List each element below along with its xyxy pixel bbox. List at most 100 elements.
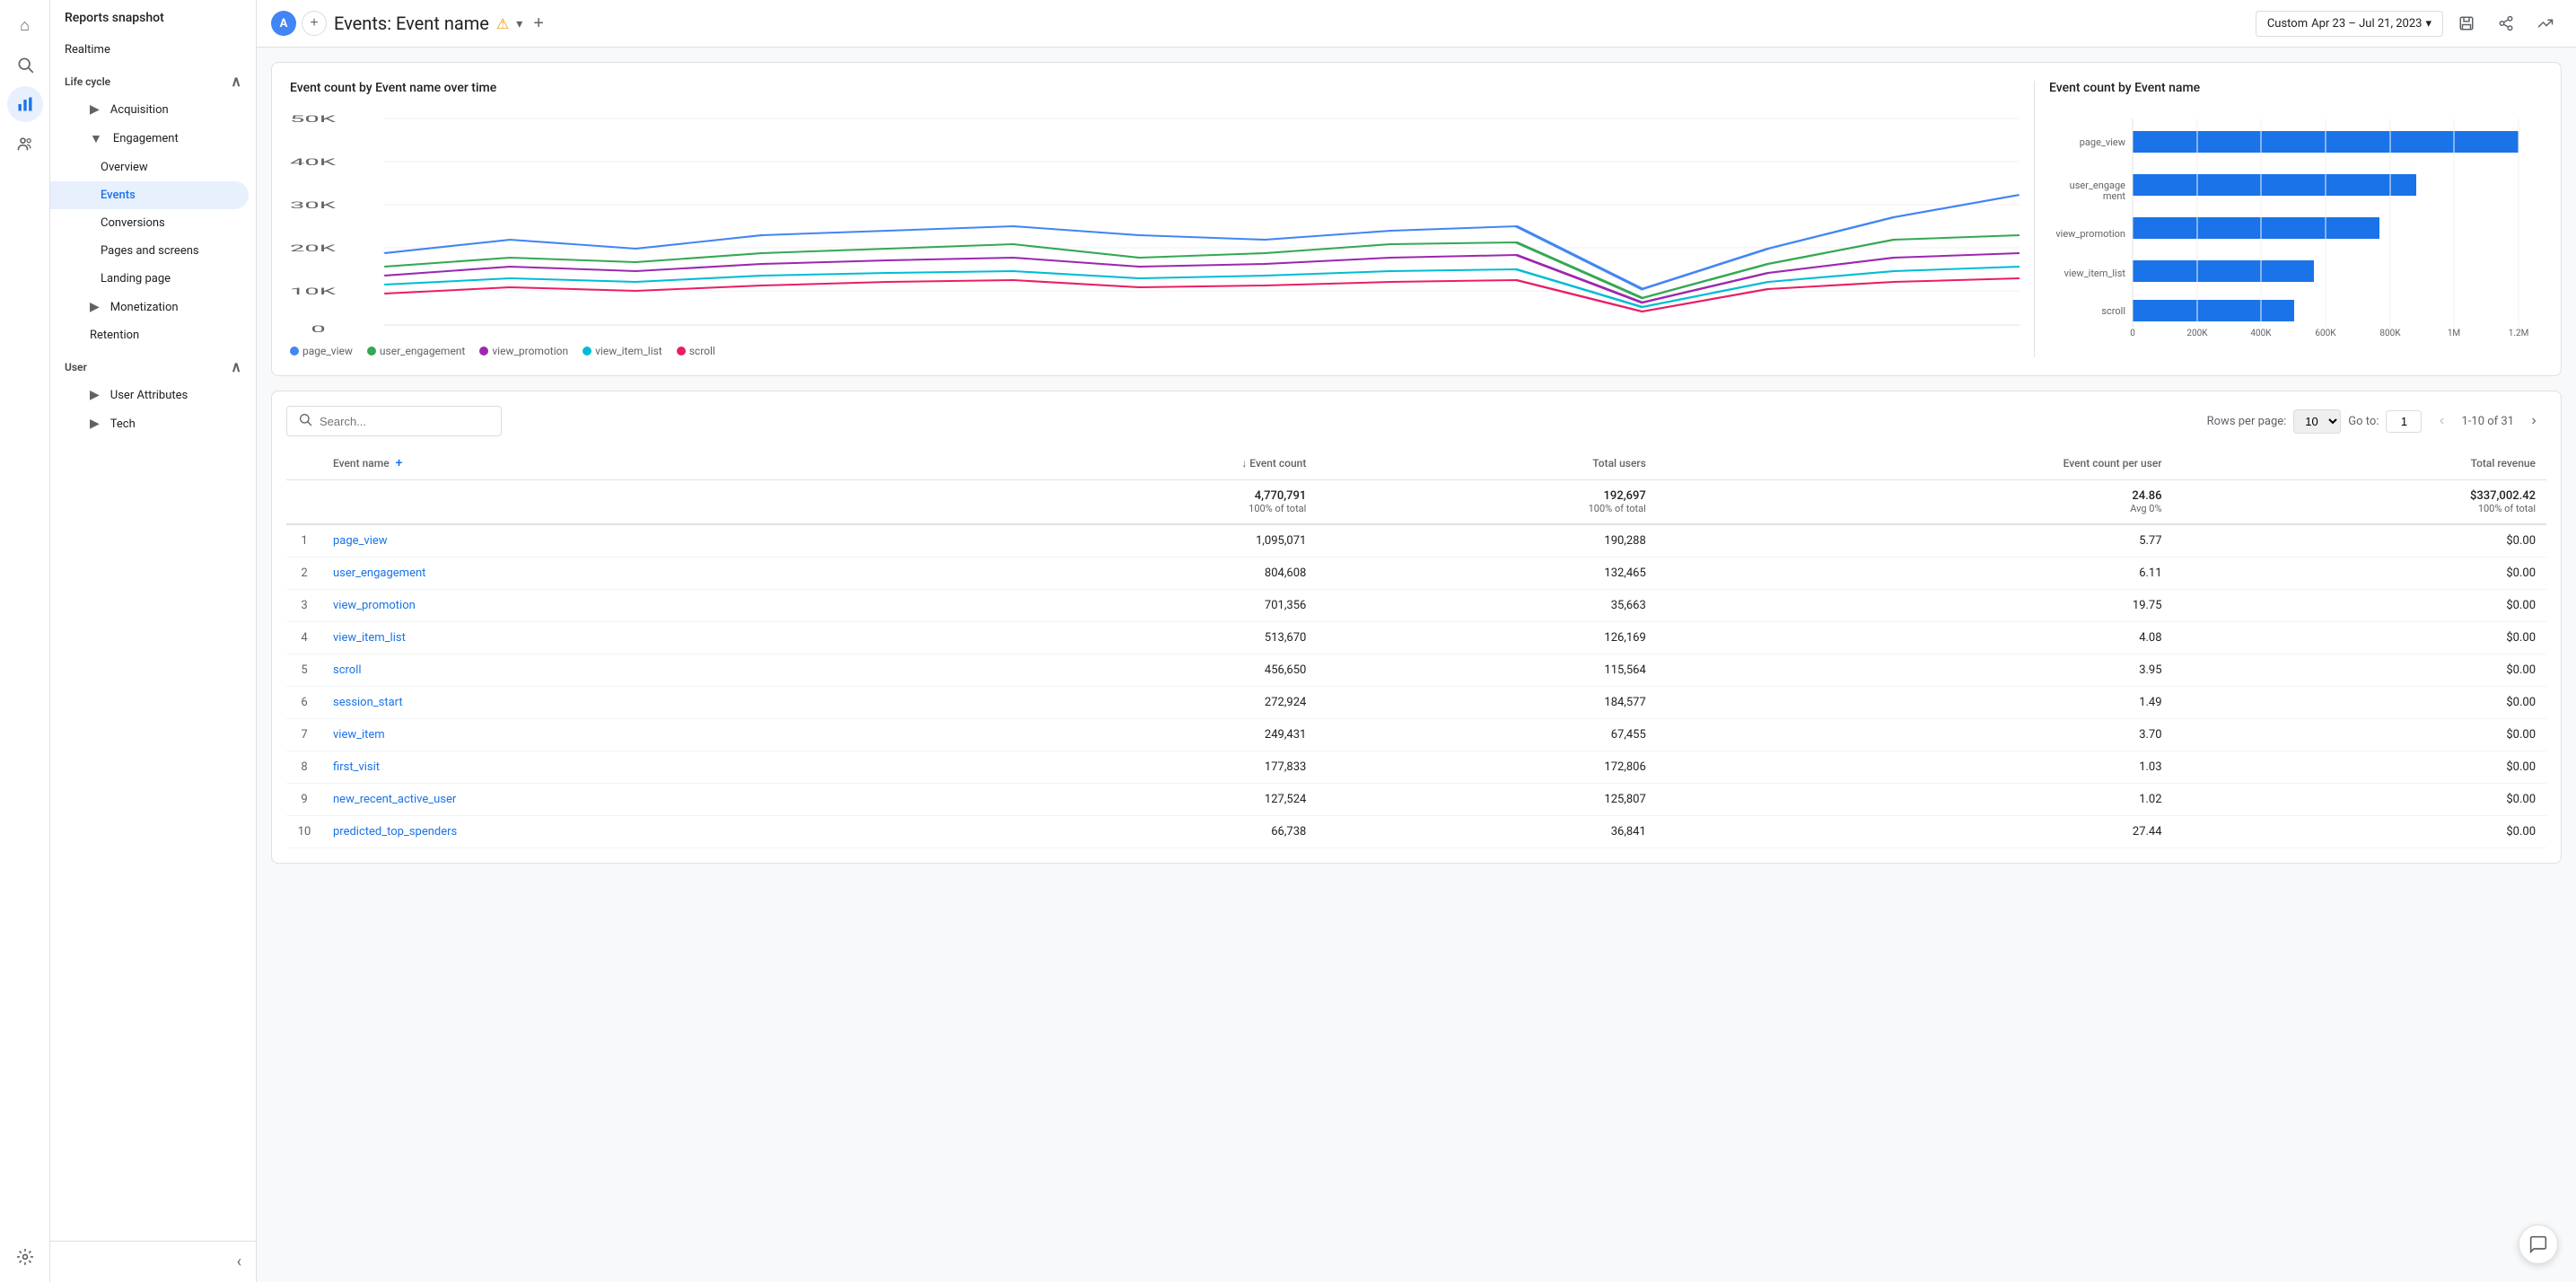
row-total-users: 126,169 — [1317, 622, 1656, 654]
bar-chart-title: Event count by Event name — [2049, 81, 2543, 95]
line-chart-title: Event count by Event name over time — [290, 81, 2020, 95]
nav-sidebar: Reports snapshot Realtime Life cycle ∧ ▶… — [50, 0, 257, 1282]
col-total-users[interactable]: Total users — [1317, 447, 1656, 480]
row-num: 5 — [286, 654, 322, 687]
row-event-count: 804,608 — [947, 558, 1317, 590]
search-input[interactable] — [320, 415, 490, 428]
row-event-name[interactable]: new_recent_active_user — [322, 784, 947, 816]
monetization-item[interactable]: ▶ Monetization — [50, 293, 249, 321]
row-event-name[interactable]: page_view — [322, 524, 947, 558]
rows-per-page-select[interactable]: 10 25 50 — [2293, 409, 2341, 434]
engagement-item[interactable]: ▼ Engagement — [50, 124, 249, 154]
bar-view-promotion — [2133, 217, 2379, 239]
row-revenue: $0.00 — [2173, 654, 2546, 687]
overview-item[interactable]: Overview — [50, 154, 249, 181]
realtime-link[interactable]: Realtime — [50, 36, 256, 64]
table-row: 7 view_item 249,431 67,455 3.70 $0.00 — [286, 719, 2546, 751]
prev-page-btn[interactable]: ‹ — [2429, 408, 2454, 434]
row-num: 9 — [286, 784, 322, 816]
analytics-nav-icon[interactable] — [7, 86, 43, 122]
title-dropdown-btn[interactable]: ▾ — [516, 16, 522, 31]
chat-btn[interactable] — [2519, 1225, 2558, 1264]
row-revenue: $0.00 — [2173, 622, 2546, 654]
row-num: 7 — [286, 719, 322, 751]
acquisition-item[interactable]: ▶ Acquisition — [50, 95, 249, 124]
svg-text:0: 0 — [311, 324, 325, 334]
col-revenue[interactable]: Total revenue — [2173, 447, 2546, 480]
col-per-user[interactable]: Event count per user — [1657, 447, 2173, 480]
main-scroll-area: Event count by Event name over time 50K … — [257, 48, 2576, 1282]
row-event-count: 66,738 — [947, 816, 1317, 848]
row-revenue: $0.00 — [2173, 751, 2546, 784]
row-per-user: 1.03 — [1657, 751, 2173, 784]
row-num: 3 — [286, 590, 322, 622]
row-event-count: 456,650 — [947, 654, 1317, 687]
row-event-count: 1,095,071 — [947, 524, 1317, 558]
col-event-name[interactable]: Event name + — [322, 447, 947, 480]
svg-text:600K: 600K — [2315, 329, 2336, 338]
chart-divider — [2034, 81, 2035, 357]
collapse-sidebar-btn[interactable]: ‹ — [237, 1252, 241, 1271]
pages-and-screens-item[interactable]: Pages and screens — [50, 237, 249, 265]
row-total-users: 190,288 — [1317, 524, 1656, 558]
table-row: 5 scroll 456,650 115,564 3.95 $0.00 — [286, 654, 2546, 687]
bar-chart: page_view user_engage ment view_promotio… — [2049, 110, 2543, 343]
legend-view-promotion: view_promotion — [479, 345, 568, 357]
row-num: 4 — [286, 622, 322, 654]
row-revenue: $0.00 — [2173, 784, 2546, 816]
row-event-name[interactable]: predicted_top_spenders — [322, 816, 947, 848]
bar-user-engagement — [2133, 174, 2416, 196]
add-dimension-btn[interactable]: + — [396, 456, 403, 470]
row-per-user: 4.08 — [1657, 622, 2173, 654]
landing-page-item[interactable]: Landing page — [50, 265, 249, 293]
row-event-count: 249,431 — [947, 719, 1317, 751]
insights-btn[interactable] — [2529, 7, 2562, 40]
tech-item[interactable]: ▶ Tech — [50, 409, 249, 438]
row-revenue: $0.00 — [2173, 719, 2546, 751]
search-nav-icon[interactable] — [7, 47, 43, 83]
home-nav-icon[interactable]: ⌂ — [7, 7, 43, 43]
date-range-selector[interactable]: Custom Apr 23 – Jul 21, 2023 ▾ — [2256, 11, 2443, 37]
row-event-name[interactable]: view_promotion — [322, 590, 947, 622]
table-row: 10 predicted_top_spenders 66,738 36,841 … — [286, 816, 2546, 848]
row-event-name[interactable]: first_visit — [322, 751, 947, 784]
add-property-button[interactable]: + — [302, 11, 327, 36]
add-comparison-btn[interactable]: + — [533, 13, 544, 34]
line-chart-section: Event count by Event name over time 50K … — [290, 81, 2020, 357]
legend-page-view: page_view — [290, 345, 353, 357]
row-event-count: 272,924 — [947, 687, 1317, 719]
go-to-page-input[interactable] — [2386, 410, 2422, 433]
legend-user-engagement: user_engagement — [367, 345, 465, 357]
conversions-item[interactable]: Conversions — [50, 209, 249, 237]
audience-nav-icon[interactable] — [7, 126, 43, 162]
svg-text:1M: 1M — [2448, 329, 2460, 338]
row-revenue: $0.00 — [2173, 558, 2546, 590]
property-avatar[interactable]: A — [271, 11, 296, 36]
row-event-name[interactable]: user_engagement — [322, 558, 947, 590]
svg-text:10K: 10K — [290, 286, 337, 296]
next-page-btn[interactable]: › — [2521, 408, 2546, 434]
settings-nav-icon[interactable] — [7, 1239, 43, 1275]
col-event-count[interactable]: ↓ Event count — [947, 447, 1317, 480]
row-event-name[interactable]: view_item — [322, 719, 947, 751]
row-event-count: 177,833 — [947, 751, 1317, 784]
search-box[interactable] — [286, 406, 502, 436]
table-section: Rows per page: 10 25 50 Go to: ‹ 1-10 of… — [271, 391, 2562, 864]
row-num: 8 — [286, 751, 322, 784]
row-event-count: 127,524 — [947, 784, 1317, 816]
user-section[interactable]: User ∧ — [50, 349, 256, 381]
table-search-icon — [298, 412, 312, 430]
table-row: 1 page_view 1,095,071 190,288 5.77 $0.00 — [286, 524, 2546, 558]
page-title: Events: Event name ⚠ ▾ + — [334, 13, 2248, 34]
row-event-name[interactable]: session_start — [322, 687, 947, 719]
events-item[interactable]: Events — [50, 181, 249, 209]
share-btn[interactable] — [2490, 7, 2522, 40]
row-event-name[interactable]: view_item_list — [322, 622, 947, 654]
retention-item[interactable]: Retention — [50, 321, 249, 349]
row-per-user: 3.70 — [1657, 719, 2173, 751]
row-event-name[interactable]: scroll — [322, 654, 947, 687]
lifecycle-section[interactable]: Life cycle ∧ — [50, 64, 256, 95]
reports-snapshot-link[interactable]: Reports snapshot — [50, 0, 256, 36]
user-attributes-item[interactable]: ▶ User Attributes — [50, 381, 249, 409]
save-report-btn[interactable] — [2450, 7, 2483, 40]
